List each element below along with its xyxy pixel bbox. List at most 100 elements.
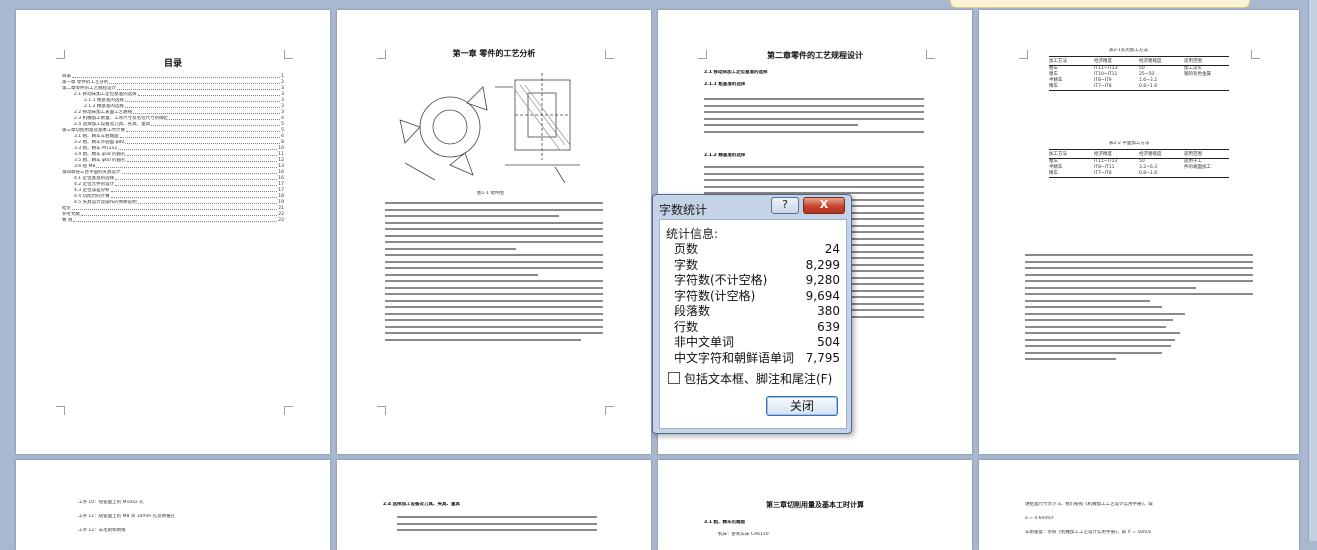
header-cell: 经济精度 — [1094, 59, 1112, 64]
stat-row: 字符数(不计空格) 9,280 — [674, 273, 840, 289]
text-line: 工序 10：钻钳面上的 M10x2 孔 — [78, 500, 144, 505]
body-text — [397, 516, 597, 536]
crop-mark — [377, 406, 386, 415]
vertical-scrollbar[interactable] — [1308, 0, 1317, 541]
toc-leader — [137, 92, 281, 96]
subsection-heading: 2.1.2 精基准的选择 — [704, 153, 746, 158]
stat-label: 非中文单词 — [674, 335, 735, 349]
stat-row: 行数 639 — [674, 320, 840, 336]
close-button[interactable]: 关闭 — [766, 396, 838, 416]
toc-page-number: 22 — [278, 218, 284, 223]
table-cell: IT7~IT8 — [1094, 84, 1112, 89]
toc-leader — [115, 182, 278, 186]
toc-leader — [115, 176, 278, 180]
header-cell: 加工方法 — [1049, 152, 1067, 157]
toc-leader — [133, 110, 281, 114]
toc-leader — [119, 134, 281, 138]
close-icon[interactable]: X — [803, 197, 845, 214]
help-button[interactable]: ? — [771, 197, 799, 214]
document-page-7[interactable]: 第三章切削用量及基本工时计算 3.1 粗、精车右端面 机床：卧式车床 CA615… — [658, 460, 972, 550]
toc-leader — [118, 146, 278, 150]
stat-label: 行数 — [674, 319, 699, 334]
header-cell: 适用范围 — [1184, 59, 1202, 64]
stat-value: 8,299 — [805, 257, 840, 272]
table-row: 精车 IT7~IT8 0.8~1.6 — [1049, 171, 1229, 177]
section-heading: 3.1 粗、精车右端面 — [704, 520, 746, 525]
body-text — [704, 98, 924, 137]
stat-label: 字符数(计空格) — [674, 288, 756, 303]
document-page-6[interactable]: 2.4 选择加工设备及刀具、夹具、量具 — [337, 460, 651, 550]
document-page-1[interactable]: 目录 目录 1 第一章 零件的工艺分析 2 第二章零件的工艺规程设计 3 2.1 移动床加工… — [16, 10, 330, 454]
toc-leader — [151, 122, 281, 126]
figure-caption: 图1-1 零件图 — [477, 191, 504, 196]
table-header: 加工方法 经济精度 经济粗糙度 适用范围 — [1049, 150, 1229, 159]
header-cell: 经济粗糙度 — [1139, 59, 1162, 64]
table-cell: 0.8~1.6 — [1139, 84, 1158, 89]
table-cell: 精车 — [1049, 84, 1058, 89]
stat-label: 段落数 — [674, 304, 711, 318]
crop-mark — [56, 406, 65, 415]
header-cell: 经济粗糙度 — [1139, 152, 1162, 157]
stat-value: 24 — [824, 242, 840, 256]
toc-leader — [169, 116, 281, 120]
word-count-dialog: 字数统计 ? X 统计信息: 页数 24 字数 8,299 字符数(不计空格) 9,280… — [652, 194, 852, 434]
table-cell: 精车 — [1049, 171, 1058, 176]
statistics-list: 页数 24 字数 8,299 字符数(不计空格) 9,280 字符数(计空格) 9,694 段落… — [674, 242, 840, 366]
page-title: 第一章 零件的工艺分析 — [452, 49, 536, 58]
toc-leader — [110, 188, 278, 192]
header-cell: 经济精度 — [1094, 152, 1112, 157]
text-line: 车削速度：参照《机械加工工艺设计实用手册》，取 V = 50m/s — [1025, 530, 1152, 535]
document-page-2[interactable]: 第一章 零件的工艺分析 图1-1 零件图 — [337, 10, 651, 454]
table-caption: 表2-1孔的加工方法 — [1109, 48, 1148, 53]
part-drawing — [399, 73, 580, 184]
table-caption: 表2-2 平面加工方法 — [1109, 141, 1150, 146]
text-line: 进给量尺寸大小 a，我们按照《机械加工工艺设计实用手册》，取 — [1025, 502, 1153, 507]
toc-leader — [110, 194, 278, 198]
note-edge — [950, 0, 1250, 8]
page-title: 第三章切削用量及基本工时计算 — [766, 501, 864, 509]
stat-row: 页数 24 — [674, 242, 840, 258]
toc-leader — [96, 164, 278, 168]
toc-leader — [72, 74, 281, 78]
include-textboxes-checkbox[interactable]: 包括文本框、脚注和尾注(F) — [668, 370, 832, 387]
stat-label: 字数 — [674, 257, 699, 272]
table-row: 精车 IT7~IT8 0.8~1.6 — [1049, 84, 1229, 90]
section-heading: 2.4 选择加工设备及刀具、夹具、量具 — [383, 502, 461, 507]
page-title: 第二章零件的工艺规程设计 — [767, 51, 863, 60]
data-table: 加工方法 经济精度 经济粗糙度 适用范围 粗车 IT11~IT13 50 适用于工 半精车 IT8… — [1049, 149, 1229, 178]
body-text — [1025, 254, 1253, 365]
header-cell: 加工方法 — [1049, 59, 1067, 64]
stat-row: 字符数(计空格) 9,694 — [674, 289, 840, 305]
document-page-4[interactable]: 表2-1孔的加工方法 加工方法 经济精度 经济粗糙度 适用范围 粗车 IT11~IT13 5… — [979, 10, 1299, 454]
toc-label: 致 谢 — [62, 218, 73, 223]
stat-value: 380 — [817, 304, 840, 318]
stat-value: 9,694 — [805, 288, 840, 303]
stat-value: 7,795 — [805, 350, 840, 365]
toc-entry[interactable]: 致 谢 22 — [62, 218, 284, 224]
document-page-5[interactable]: 工序 10：钻钳面上的 M10x2 孔 工序 11：钻钳面上的 M8 深 10m… — [16, 460, 330, 550]
toc-leader — [137, 200, 278, 204]
toc-leader — [73, 218, 278, 222]
checkbox-box[interactable] — [668, 372, 680, 384]
toc-leader — [72, 206, 278, 210]
toc-leader — [126, 152, 278, 156]
toc-leader — [117, 86, 281, 90]
stat-label: 页数 — [674, 242, 699, 256]
crop-mark — [1019, 50, 1028, 59]
page-title: 目录 — [163, 59, 182, 69]
stat-row: 字数 8,299 — [674, 258, 840, 274]
table-cell — [1184, 171, 1229, 177]
dialog-body: 统计信息: 页数 24 字数 8,299 字符数(不计空格) 9,280 字符数(计空格) 9… — [659, 219, 847, 429]
table-cell: 0.8~1.6 — [1139, 171, 1158, 176]
stat-label: 中文字符和朝鲜语单词 — [674, 350, 795, 365]
dialog-title: 字数统计 — [659, 203, 708, 217]
stat-value: 504 — [817, 335, 840, 349]
text-line: a = 0.6mm/r — [1025, 516, 1054, 521]
document-page-8[interactable]: 进给量尺寸大小 a，我们按照《机械加工工艺设计实用手册》，取 a = 0.6mm… — [979, 460, 1299, 550]
table-of-contents: 目录 1 第一章 零件的工艺分析 2 第二章零件的工艺规程设计 3 2.1 移动床加工定位基… — [62, 74, 284, 224]
crop-mark — [1251, 50, 1260, 59]
text-line: 工序 11：钻钳面上的 M8 深 10mm 孔及倒锥孔 — [78, 514, 176, 519]
stat-row: 中文字符和朝鲜语单词 7,795 — [674, 351, 840, 367]
checkbox-label: 包括文本框、脚注和尾注(F) — [684, 372, 833, 386]
toc-leader — [124, 98, 281, 102]
